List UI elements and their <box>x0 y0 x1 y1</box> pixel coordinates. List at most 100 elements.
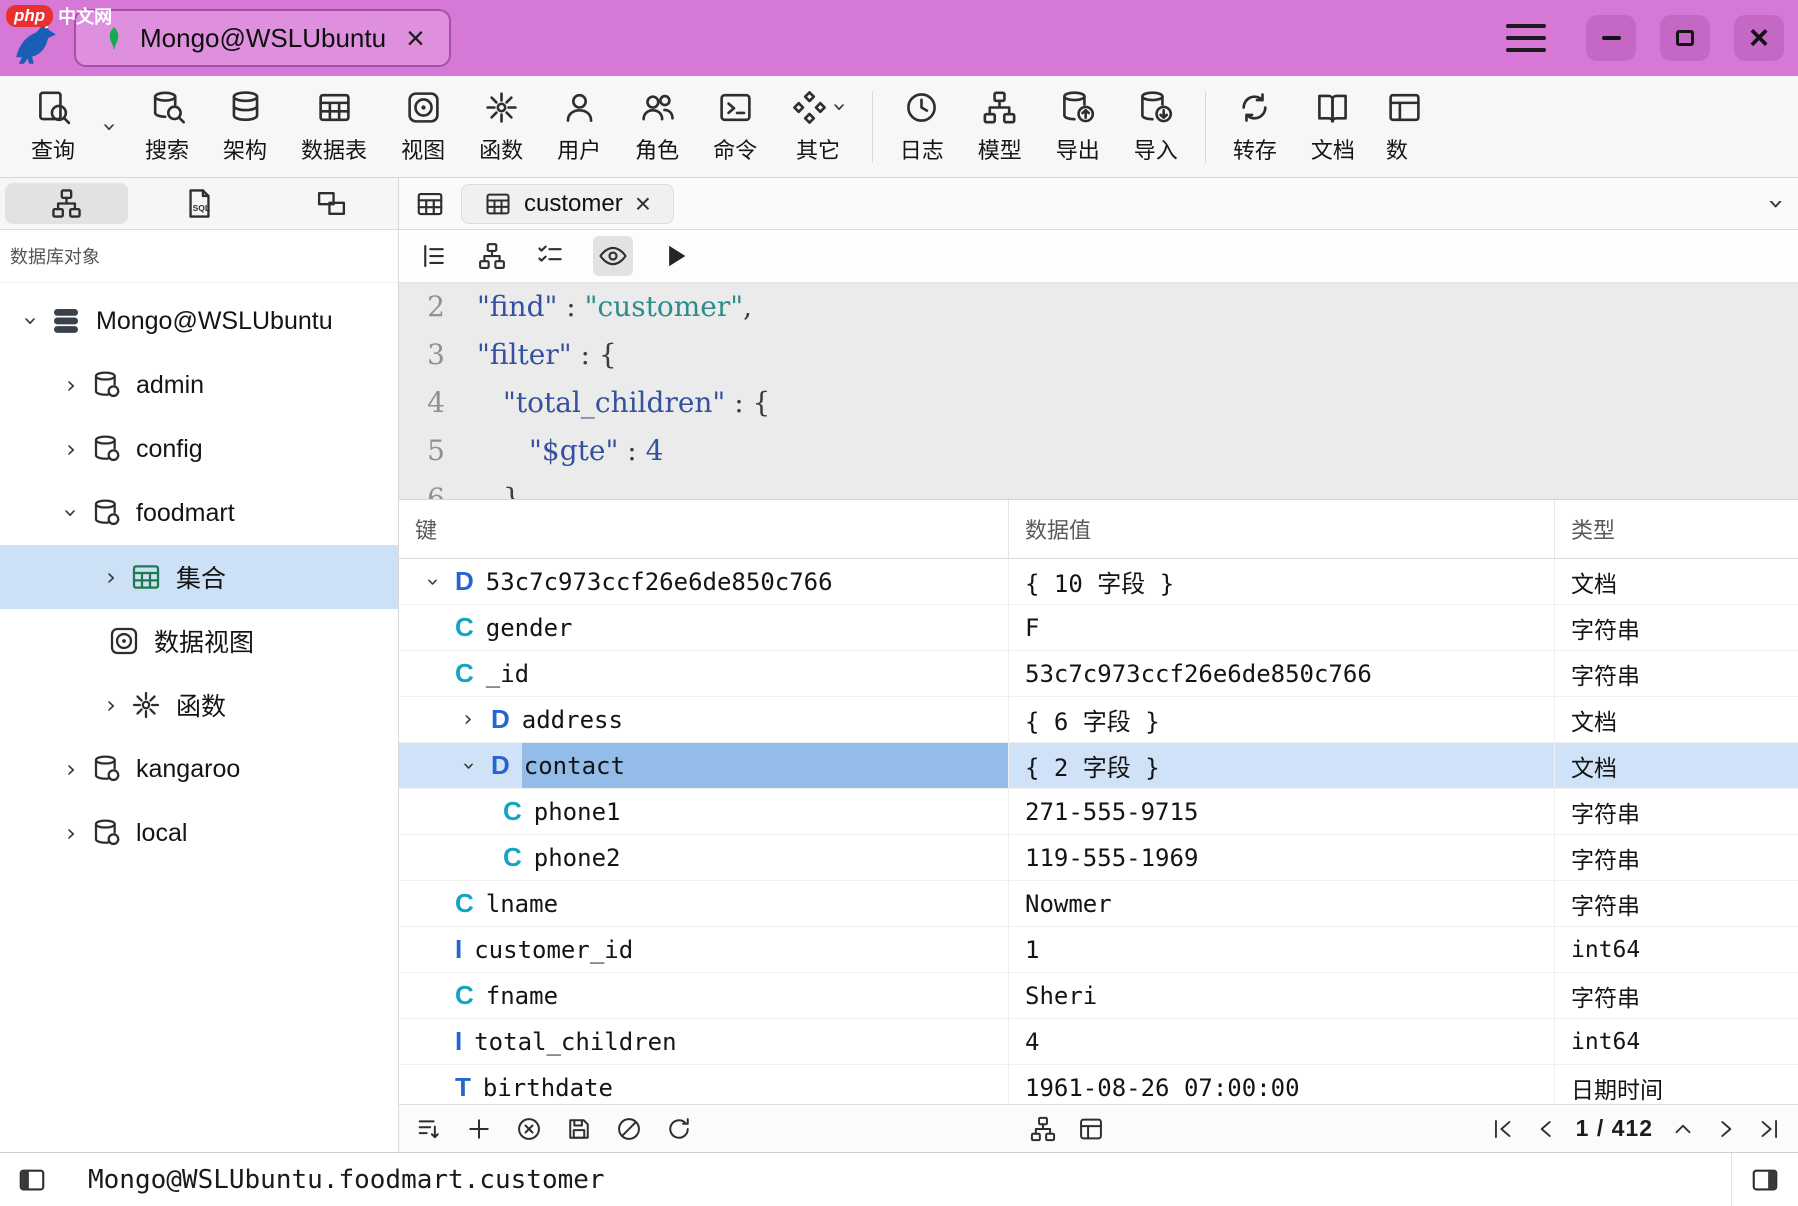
key-cell[interactable]: C gender <box>399 605 1009 650</box>
value-cell[interactable]: 119-555-1969 <box>1009 835 1555 880</box>
chevron-right-icon[interactable]: › <box>455 709 481 731</box>
last-page-button[interactable] <box>1756 1116 1782 1142</box>
column-header-key[interactable]: 键 <box>399 500 1009 558</box>
sidebar-tab-objects[interactable] <box>5 183 128 224</box>
toolbar-button-model[interactable]: 模型 <box>961 89 1039 165</box>
form-view-button[interactable] <box>1077 1115 1105 1143</box>
toolbar-button-role[interactable]: 角色 <box>618 89 696 165</box>
toolbar-button-document[interactable]: 文档 <box>1294 89 1372 165</box>
table-tab-icon-button[interactable] <box>415 189 445 219</box>
close-tab-icon[interactable]: × <box>635 190 651 218</box>
toolbar-button-export[interactable]: 导出 <box>1039 89 1117 165</box>
value-cell[interactable]: { 10 字段 } <box>1009 559 1555 604</box>
close-tab-icon[interactable]: × <box>406 22 425 54</box>
explain-plan-button[interactable] <box>477 241 507 271</box>
chevron-down-icon[interactable]: › <box>457 753 479 779</box>
toolbar-button-user[interactable]: 用户 <box>540 89 618 165</box>
save-record-button[interactable] <box>565 1115 593 1143</box>
key-cell[interactable]: C lname <box>399 881 1009 926</box>
tab-customer[interactable]: customer × <box>461 184 674 224</box>
table-row[interactable]: C phone2 119-555-1969 字符串 <box>399 835 1798 881</box>
toolbar-button-search[interactable]: 搜索 <box>128 89 206 165</box>
value-cell[interactable]: Sheri <box>1009 973 1555 1018</box>
menu-icon[interactable] <box>1506 24 1546 52</box>
value-cell[interactable]: 4 <box>1009 1019 1555 1064</box>
delete-record-button[interactable] <box>515 1115 543 1143</box>
toolbar-button-schema[interactable]: 架构 <box>206 89 284 165</box>
key-cell[interactable]: T birthdate <box>399 1065 1009 1104</box>
value-cell[interactable]: Nowmer <box>1009 881 1555 926</box>
query-dropdown-button[interactable]: › <box>92 115 128 139</box>
chevron-down-icon[interactable]: › <box>19 306 43 336</box>
table-row[interactable]: C gender F 字符串 <box>399 605 1798 651</box>
key-cell[interactable]: C fname <box>399 973 1009 1018</box>
tree-item-kangaroo[interactable]: › kangaroo <box>0 737 398 801</box>
key-cell[interactable]: C phone2 <box>399 835 1009 880</box>
value-cell[interactable]: 53c7c973ccf26e6de850c766 <box>1009 651 1555 696</box>
key-cell[interactable]: C phone1 <box>399 789 1009 834</box>
toolbar-button-view[interactable]: 视图 <box>384 89 462 165</box>
toolbar-button-import[interactable]: 导入 <box>1117 89 1195 165</box>
refresh-button[interactable] <box>665 1115 693 1143</box>
key-cell[interactable]: C _id <box>399 651 1009 696</box>
table-row[interactable]: C fname Sheri 字符串 <box>399 973 1798 1019</box>
chevron-right-icon[interactable]: › <box>96 565 126 589</box>
add-record-button[interactable] <box>465 1115 493 1143</box>
cancel-edit-button[interactable] <box>615 1115 643 1143</box>
key-cell[interactable]: › D contact <box>399 743 1009 788</box>
key-cell[interactable]: › D address <box>399 697 1009 742</box>
table-row[interactable]: I total_children 4 int64 <box>399 1019 1798 1065</box>
first-page-button[interactable] <box>1490 1116 1516 1142</box>
preview-button[interactable] <box>593 236 633 276</box>
key-cell[interactable]: I customer_id <box>399 927 1009 972</box>
toolbar-button-query[interactable]: 查询 <box>14 89 92 165</box>
filter-sort-button[interactable] <box>415 1115 443 1143</box>
checklist-button[interactable] <box>535 241 565 271</box>
tree-item-config[interactable]: › config <box>0 417 398 481</box>
previous-page-button[interactable] <box>1533 1116 1559 1142</box>
next-page-button[interactable] <box>1713 1116 1739 1142</box>
value-cell[interactable]: { 6 字段 } <box>1009 697 1555 742</box>
value-cell[interactable]: { 2 字段 } <box>1009 743 1555 788</box>
table-row[interactable]: T birthdate 1961-08-26 07:00:00 日期时间 <box>399 1065 1798 1104</box>
toolbar-button-command[interactable]: 命令 <box>696 89 774 165</box>
value-cell[interactable]: 271-555-9715 <box>1009 789 1555 834</box>
table-row[interactable]: › D address { 6 字段 } 文档 <box>399 697 1798 743</box>
column-header-value[interactable]: 数据值 <box>1009 500 1555 558</box>
tree-item-functions[interactable]: › 函数 <box>0 673 398 737</box>
table-row-selected[interactable]: › D contact { 2 字段 } 文档 <box>399 743 1798 789</box>
sidebar-tab-model[interactable] <box>270 183 393 224</box>
chevron-down-icon[interactable]: › <box>421 569 443 595</box>
chevron-right-icon[interactable]: › <box>56 821 86 845</box>
chevron-down-icon[interactable]: › <box>59 498 83 528</box>
toolbar-button-clipped[interactable]: 数 <box>1372 89 1424 165</box>
maximize-button[interactable] <box>1660 15 1710 61</box>
toolbar-button-other[interactable]: › 其它 <box>774 89 862 165</box>
tree-view-button[interactable] <box>1029 1115 1057 1143</box>
toolbar-button-log[interactable]: 日志 <box>883 89 961 165</box>
sidebar-tab-query[interactable]: SQL <box>138 183 261 224</box>
toolbar-button-table[interactable]: 数据表 <box>284 89 384 165</box>
table-row[interactable]: I customer_id 1 int64 <box>399 927 1798 973</box>
tree-item-collections[interactable]: › 集合 <box>0 545 398 609</box>
tree-item-local[interactable]: › local <box>0 801 398 865</box>
chevron-right-icon[interactable]: › <box>56 757 86 781</box>
chevron-right-icon[interactable]: › <box>96 693 126 717</box>
close-button[interactable]: × <box>1734 15 1784 61</box>
run-query-button[interactable] <box>661 241 691 271</box>
value-cell[interactable]: 1 <box>1009 927 1555 972</box>
fields-list-button[interactable] <box>419 241 449 271</box>
page-jump-button[interactable] <box>1670 1116 1696 1142</box>
toolbar-button-function[interactable]: 函数 <box>462 89 540 165</box>
tree-item-admin[interactable]: › admin <box>0 353 398 417</box>
column-header-type[interactable]: 类型 <box>1555 500 1798 558</box>
key-cell[interactable]: › D 53c7c973ccf26e6de850c766 <box>399 559 1009 604</box>
tab-list-button[interactable]: › <box>1771 190 1782 218</box>
value-cell[interactable]: 1961-08-26 07:00:00 <box>1009 1065 1555 1104</box>
query-editor[interactable]: 2 3 4 5 6 "find" : "customer", "filter" … <box>399 283 1798 500</box>
tree-item-data-views[interactable]: 数据视图 <box>0 609 398 673</box>
table-row[interactable]: C _id 53c7c973ccf26e6de850c766 字符串 <box>399 651 1798 697</box>
toggle-right-panel-button[interactable] <box>1731 1153 1798 1206</box>
tree-item-connection[interactable]: › Mongo@WSLUbuntu <box>0 289 398 353</box>
toggle-left-panel-button[interactable] <box>0 1153 64 1206</box>
